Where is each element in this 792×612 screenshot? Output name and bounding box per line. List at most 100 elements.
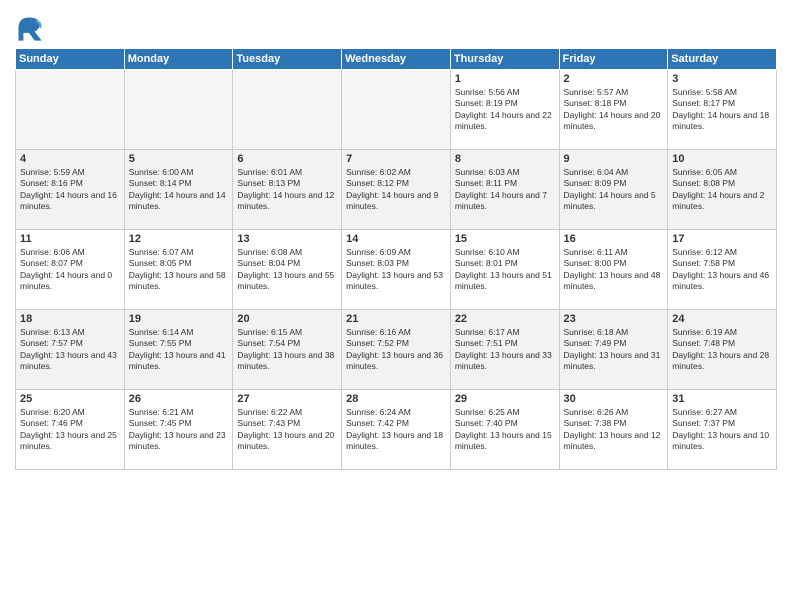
day-info: Sunrise: 6:22 AMSunset: 7:43 PMDaylight:…: [237, 407, 337, 453]
day-info: Sunrise: 6:07 AMSunset: 8:05 PMDaylight:…: [129, 247, 229, 293]
day-info: Sunrise: 5:58 AMSunset: 8:17 PMDaylight:…: [672, 87, 772, 133]
day-info: Sunrise: 6:21 AMSunset: 7:45 PMDaylight:…: [129, 407, 229, 453]
calendar-cell: [16, 70, 125, 150]
calendar-cell: 15 Sunrise: 6:10 AMSunset: 8:01 PMDayligh…: [450, 230, 559, 310]
calendar-cell: 28Sunrise: 6:24 AMSunset: 7:42 PMDayligh…: [342, 390, 451, 470]
day-info: Sunrise: 6:06 AMSunset: 8:07 PMDaylight:…: [20, 247, 120, 293]
calendar-cell: 8 Sunrise: 6:03 AMSunset: 8:11 PMDaylight…: [450, 150, 559, 230]
day-number: 1: [455, 73, 555, 85]
day-number: 13: [237, 233, 337, 245]
day-number: 20: [237, 313, 337, 325]
day-number: 30: [564, 393, 664, 405]
day-info: Sunrise: 6:14 AMSunset: 7:55 PMDaylight:…: [129, 327, 229, 373]
calendar-cell: 26 Sunrise: 6:21 AMSunset: 7:45 PMDayligh…: [124, 390, 233, 470]
calendar-cell: [233, 70, 342, 150]
calendar-cell: 31 Sunrise: 6:27 AMSunset: 7:37 PMDayligh…: [668, 390, 777, 470]
day-number: 27: [237, 393, 337, 405]
day-number: 19: [129, 313, 229, 325]
calendar-cell: 18 Sunrise: 6:13 AMSunset: 7:57 PMDayligh…: [16, 310, 125, 390]
day-info: Sunrise: 6:03 AMSunset: 8:11 PMDaylight:…: [455, 167, 555, 213]
col-header-wednesday: Wednesday: [342, 49, 451, 70]
day-number: 3: [672, 73, 772, 85]
day-info: Sunrise: 6:09 AMSunset: 8:03 PMDaylight:…: [346, 247, 446, 293]
day-number: 23: [564, 313, 664, 325]
day-info: Sunrise: 6:08 AMSunset: 8:04 PMDaylight:…: [237, 247, 337, 293]
day-number: 17: [672, 233, 772, 245]
calendar-cell: 23 Sunrise: 6:18 AMSunset: 7:49 PMDayligh…: [559, 310, 668, 390]
calendar-cell: 4 Sunrise: 5:59 AMSunset: 8:16 PMDaylight…: [16, 150, 125, 230]
day-number: 10: [672, 153, 772, 165]
calendar-cell: 25Sunrise: 6:20 AMSunset: 7:46 PMDayligh…: [16, 390, 125, 470]
calendar-row: 25Sunrise: 6:20 AMSunset: 7:46 PMDayligh…: [16, 390, 777, 470]
logo: [15, 14, 47, 42]
day-info: Sunrise: 6:05 AMSunset: 8:08 PMDaylight:…: [672, 167, 772, 213]
day-info: Sunrise: 6:01 AMSunset: 8:13 PMDaylight:…: [237, 167, 337, 213]
header-row: SundayMondayTuesdayWednesdayThursdayFrid…: [16, 49, 777, 70]
col-header-thursday: Thursday: [450, 49, 559, 70]
day-info: Sunrise: 6:16 AMSunset: 7:52 PMDaylight:…: [346, 327, 446, 373]
calendar-row: 11 Sunrise: 6:06 AMSunset: 8:07 PMDayligh…: [16, 230, 777, 310]
day-number: 14: [346, 233, 446, 245]
calendar-cell: 2 Sunrise: 5:57 AMSunset: 8:18 PMDaylight…: [559, 70, 668, 150]
day-info: Sunrise: 5:59 AMSunset: 8:16 PMDaylight:…: [20, 167, 120, 213]
day-info: Sunrise: 6:25 AMSunset: 7:40 PMDaylight:…: [455, 407, 555, 453]
logo-icon: [15, 14, 43, 42]
day-number: 15: [455, 233, 555, 245]
calendar-cell: 16Sunrise: 6:11 AMSunset: 8:00 PMDayligh…: [559, 230, 668, 310]
calendar-cell: 13 Sunrise: 6:08 AMSunset: 8:04 PMDayligh…: [233, 230, 342, 310]
day-number: 18: [20, 313, 120, 325]
col-header-sunday: Sunday: [16, 49, 125, 70]
calendar-cell: 14 Sunrise: 6:09 AMSunset: 8:03 PMDayligh…: [342, 230, 451, 310]
day-number: 28: [346, 393, 446, 405]
day-number: 12: [129, 233, 229, 245]
day-number: 7: [346, 153, 446, 165]
day-info: Sunrise: 6:10 AMSunset: 8:01 PMDaylight:…: [455, 247, 555, 293]
day-info: Sunrise: 6:27 AMSunset: 7:37 PMDaylight:…: [672, 407, 772, 453]
calendar-cell: 12 Sunrise: 6:07 AMSunset: 8:05 PMDayligh…: [124, 230, 233, 310]
calendar-row: 1 Sunrise: 5:56 AMSunset: 8:19 PMDaylight…: [16, 70, 777, 150]
col-header-saturday: Saturday: [668, 49, 777, 70]
calendar-cell: 21Sunrise: 6:16 AMSunset: 7:52 PMDayligh…: [342, 310, 451, 390]
calendar-cell: [342, 70, 451, 150]
page: SundayMondayTuesdayWednesdayThursdayFrid…: [0, 0, 792, 612]
day-info: Sunrise: 6:00 AMSunset: 8:14 PMDaylight:…: [129, 167, 229, 213]
day-number: 8: [455, 153, 555, 165]
day-info: Sunrise: 6:04 AMSunset: 8:09 PMDaylight:…: [564, 167, 664, 213]
day-info: Sunrise: 5:57 AMSunset: 8:18 PMDaylight:…: [564, 87, 664, 133]
calendar-cell: 19 Sunrise: 6:14 AMSunset: 7:55 PMDayligh…: [124, 310, 233, 390]
day-info: Sunrise: 6:26 AMSunset: 7:38 PMDaylight:…: [564, 407, 664, 453]
day-number: 6: [237, 153, 337, 165]
calendar-cell: 9 Sunrise: 6:04 AMSunset: 8:09 PMDaylight…: [559, 150, 668, 230]
day-number: 29: [455, 393, 555, 405]
calendar-cell: 6 Sunrise: 6:01 AMSunset: 8:13 PMDaylight…: [233, 150, 342, 230]
calendar-cell: 29 Sunrise: 6:25 AMSunset: 7:40 PMDayligh…: [450, 390, 559, 470]
calendar-cell: 3 Sunrise: 5:58 AMSunset: 8:17 PMDaylight…: [668, 70, 777, 150]
calendar-cell: 17 Sunrise: 6:12 AMSunset: 7:58 PMDayligh…: [668, 230, 777, 310]
day-info: Sunrise: 6:17 AMSunset: 7:51 PMDaylight:…: [455, 327, 555, 373]
col-header-friday: Friday: [559, 49, 668, 70]
day-number: 11: [20, 233, 120, 245]
calendar-row: 18 Sunrise: 6:13 AMSunset: 7:57 PMDayligh…: [16, 310, 777, 390]
day-info: Sunrise: 5:56 AMSunset: 8:19 PMDaylight:…: [455, 87, 555, 133]
day-number: 5: [129, 153, 229, 165]
col-header-tuesday: Tuesday: [233, 49, 342, 70]
day-info: Sunrise: 6:18 AMSunset: 7:49 PMDaylight:…: [564, 327, 664, 373]
day-info: Sunrise: 6:02 AMSunset: 8:12 PMDaylight:…: [346, 167, 446, 213]
day-info: Sunrise: 6:13 AMSunset: 7:57 PMDaylight:…: [20, 327, 120, 373]
day-number: 2: [564, 73, 664, 85]
calendar-cell: [124, 70, 233, 150]
calendar-cell: 22 Sunrise: 6:17 AMSunset: 7:51 PMDayligh…: [450, 310, 559, 390]
calendar-cell: 24Sunrise: 6:19 AMSunset: 7:48 PMDayligh…: [668, 310, 777, 390]
day-info: Sunrise: 6:12 AMSunset: 7:58 PMDaylight:…: [672, 247, 772, 293]
day-number: 31: [672, 393, 772, 405]
day-number: 22: [455, 313, 555, 325]
calendar-cell: 5 Sunrise: 6:00 AMSunset: 8:14 PMDaylight…: [124, 150, 233, 230]
calendar-cell: 11 Sunrise: 6:06 AMSunset: 8:07 PMDayligh…: [16, 230, 125, 310]
calendar-cell: 30 Sunrise: 6:26 AMSunset: 7:38 PMDayligh…: [559, 390, 668, 470]
calendar-cell: 7 Sunrise: 6:02 AMSunset: 8:12 PMDaylight…: [342, 150, 451, 230]
day-number: 4: [20, 153, 120, 165]
col-header-monday: Monday: [124, 49, 233, 70]
day-number: 26: [129, 393, 229, 405]
header: [15, 10, 777, 42]
day-number: 9: [564, 153, 664, 165]
